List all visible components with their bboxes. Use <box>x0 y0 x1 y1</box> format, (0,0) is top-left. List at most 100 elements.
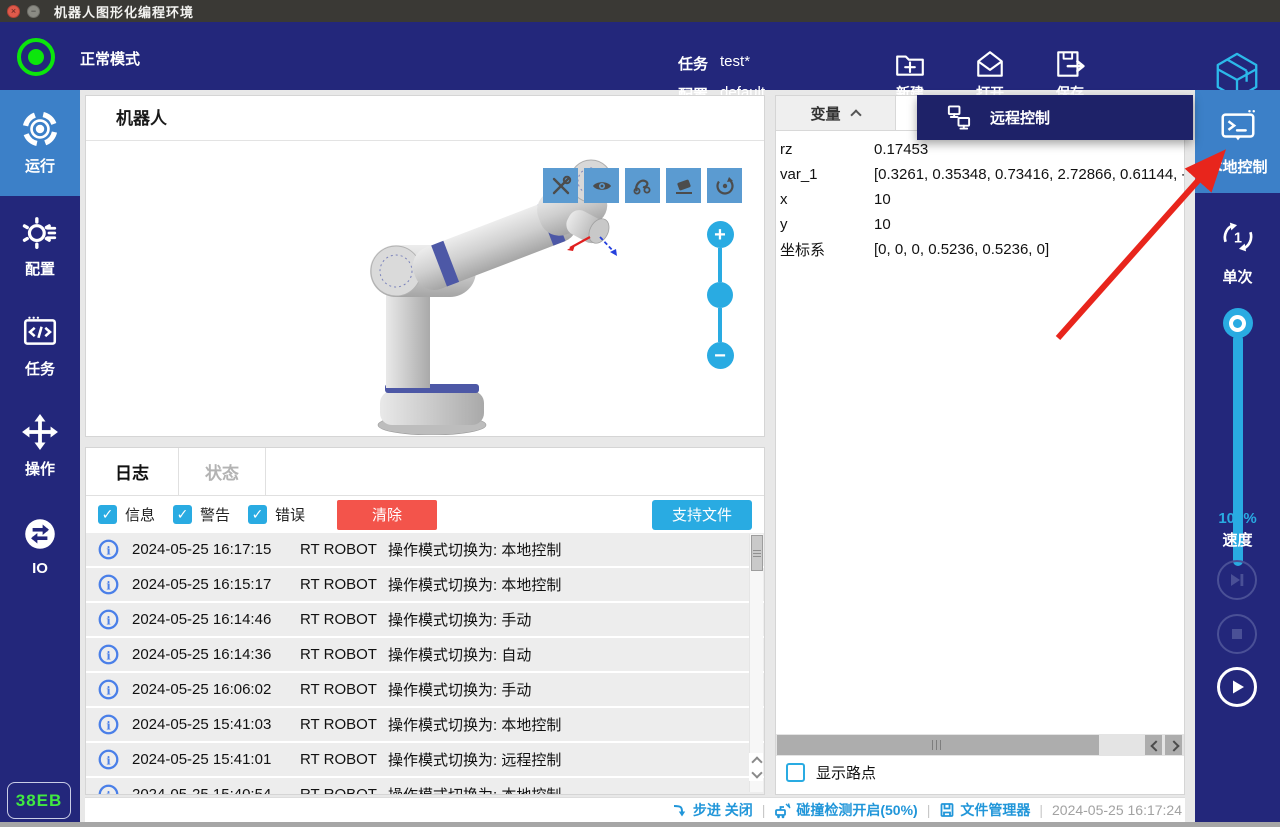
error-checkbox-label: 错误 <box>275 504 305 525</box>
eraser-button[interactable] <box>666 168 701 203</box>
tab-log[interactable]: 日志 <box>86 448 179 495</box>
scroll-down-icon[interactable] <box>752 769 761 778</box>
scroll-right-button[interactable] <box>1165 735 1182 755</box>
variable-row: x10 <box>776 187 1184 212</box>
clear-button[interactable]: 清除 <box>337 500 437 530</box>
robot-3d-viewport[interactable]: + − <box>86 141 764 435</box>
remote-network-icon[interactable] <box>945 104 972 131</box>
variables-hscrollbar-thumb[interactable] <box>777 735 1099 755</box>
settings-gear-icon <box>21 213 59 251</box>
log-row: i2024-05-25 16:14:46RT ROBOT操作模式切换为: 手动 <box>86 603 764 636</box>
mode-label: 正常模式 <box>80 48 140 69</box>
zoom-track <box>718 248 722 282</box>
disk-icon <box>939 802 955 818</box>
step-mode-toggle[interactable]: 步进 关闭 <box>672 800 753 820</box>
show-waypoints-label: 显示路点 <box>816 762 876 783</box>
status-dot-icon <box>28 49 44 65</box>
zoom-slider-handle[interactable] <box>707 282 733 308</box>
stop-button[interactable] <box>1217 614 1257 654</box>
sidebar-item-label: 操作 <box>25 458 55 479</box>
variables-collapse-toggle[interactable]: 变量 <box>776 96 896 130</box>
step-forward-button[interactable] <box>1217 560 1257 600</box>
left-sidebar: 运行 配置 任务 操作 IO 38EB <box>0 90 80 822</box>
file-manager-button[interactable]: 文件管理器 <box>939 800 1030 820</box>
svg-text:i: i <box>106 578 111 592</box>
trajectory-button[interactable] <box>625 168 660 203</box>
log-row: i2024-05-25 16:14:36RT ROBOT操作模式切换为: 自动 <box>86 638 764 671</box>
zoom-out-button[interactable]: − <box>707 342 734 369</box>
file-manager-label: 文件管理器 <box>960 800 1030 820</box>
info-icon: i <box>98 679 119 700</box>
visibility-button[interactable] <box>584 168 619 203</box>
task-code-icon <box>21 313 59 351</box>
clock-timestamp: 2024-05-25 16:17:24 <box>1052 802 1182 818</box>
sidebar-item-label: IO <box>32 560 48 577</box>
info-icon: i <box>98 714 119 735</box>
status-indicator <box>17 38 55 76</box>
scroll-up-icon[interactable] <box>752 756 761 765</box>
info-checkbox-label: 信息 <box>125 504 155 525</box>
step-mode-label: 步进 关闭 <box>693 800 753 820</box>
sidebar-item-operate[interactable]: 操作 <box>0 396 80 496</box>
step-forward-icon <box>1227 570 1247 590</box>
chevron-right-icon <box>1170 741 1178 749</box>
separator: | <box>762 802 766 818</box>
reset-view-button[interactable] <box>707 168 742 203</box>
log-list: i2024-05-25 16:17:15RT ROBOT操作模式切换为: 本地控… <box>86 533 764 795</box>
variables-hscrollbar[interactable] <box>776 734 1184 756</box>
zoom-in-button[interactable]: + <box>707 221 734 248</box>
separator: | <box>1039 802 1043 818</box>
eraser-icon <box>673 175 695 197</box>
info-icon: i <box>98 574 119 595</box>
zoom-track <box>718 308 722 342</box>
sidebar-item-config[interactable]: 配置 <box>0 196 80 296</box>
svg-text:i: i <box>106 613 111 627</box>
speed-percent: 100% <box>1195 510 1280 527</box>
stop-icon <box>1227 624 1247 644</box>
info-icon: i <box>98 609 119 630</box>
sidebar-item-label: 配置 <box>25 258 55 279</box>
sidebar-item-task[interactable]: 任务 <box>0 296 80 396</box>
info-checkbox[interactable]: ✓ <box>98 505 117 524</box>
variable-row: 坐标系[0, 0, 0, 0.5236, 0.5236, 0] <box>776 237 1184 262</box>
log-tabs: 日志 状态 <box>86 448 764 496</box>
show-waypoints-row: 显示路点 <box>786 762 876 783</box>
local-control-button[interactable]: 本地控制 <box>1195 90 1280 193</box>
single-run-button[interactable]: 1 单次 <box>1195 203 1280 300</box>
log-scrollbar-thumb[interactable] <box>751 535 763 571</box>
info-icon: i <box>98 784 119 795</box>
log-row: i2024-05-25 16:06:02RT ROBOT操作模式切换为: 手动 <box>86 673 764 706</box>
scroll-left-button[interactable] <box>1145 735 1162 755</box>
control-mode-menu: 远程控制 <box>917 95 1193 140</box>
sidebar-item-run[interactable]: 运行 <box>0 90 80 196</box>
remote-control-menu-item[interactable]: 远程控制 <box>990 107 1050 128</box>
path-icon <box>632 175 654 197</box>
log-row: i2024-05-25 15:41:03RT ROBOT操作模式切换为: 本地控… <box>86 708 764 741</box>
svg-text:i: i <box>106 788 111 795</box>
log-row: i2024-05-25 15:41:01RT ROBOT操作模式切换为: 远程控… <box>86 743 764 776</box>
hscroll-buttons <box>1145 735 1182 755</box>
view-toolbar <box>543 168 742 203</box>
minimize-icon[interactable]: − <box>27 5 40 18</box>
separator: | <box>927 802 931 818</box>
tab-status[interactable]: 状态 <box>179 448 266 495</box>
show-waypoints-checkbox[interactable] <box>786 763 805 782</box>
log-row: i2024-05-25 15:40:54RT ROBOT操作模式切换为: 本地控… <box>86 778 764 795</box>
zoom-control: + − <box>706 221 734 369</box>
task-field: 任务 test* <box>678 53 750 74</box>
play-button[interactable] <box>1217 667 1257 707</box>
step-arrow-icon <box>672 802 688 818</box>
title-bar: × − 机器人图形化编程环境 <box>0 0 1280 22</box>
close-icon[interactable]: × <box>7 5 20 18</box>
svg-text:i: i <box>106 753 111 767</box>
warning-checkbox[interactable]: ✓ <box>173 505 192 524</box>
terminal-icon <box>1217 106 1259 148</box>
tools-icon <box>550 175 572 197</box>
support-files-button[interactable]: 支持文件 <box>652 500 752 530</box>
info-icon: i <box>98 749 119 770</box>
sidebar-item-io[interactable]: IO <box>0 496 80 596</box>
chevron-up-icon <box>851 108 861 118</box>
tools-button[interactable] <box>543 168 578 203</box>
error-checkbox[interactable]: ✓ <box>248 505 267 524</box>
collision-detect-toggle[interactable]: 碰撞检测开启(50%) <box>774 800 917 820</box>
